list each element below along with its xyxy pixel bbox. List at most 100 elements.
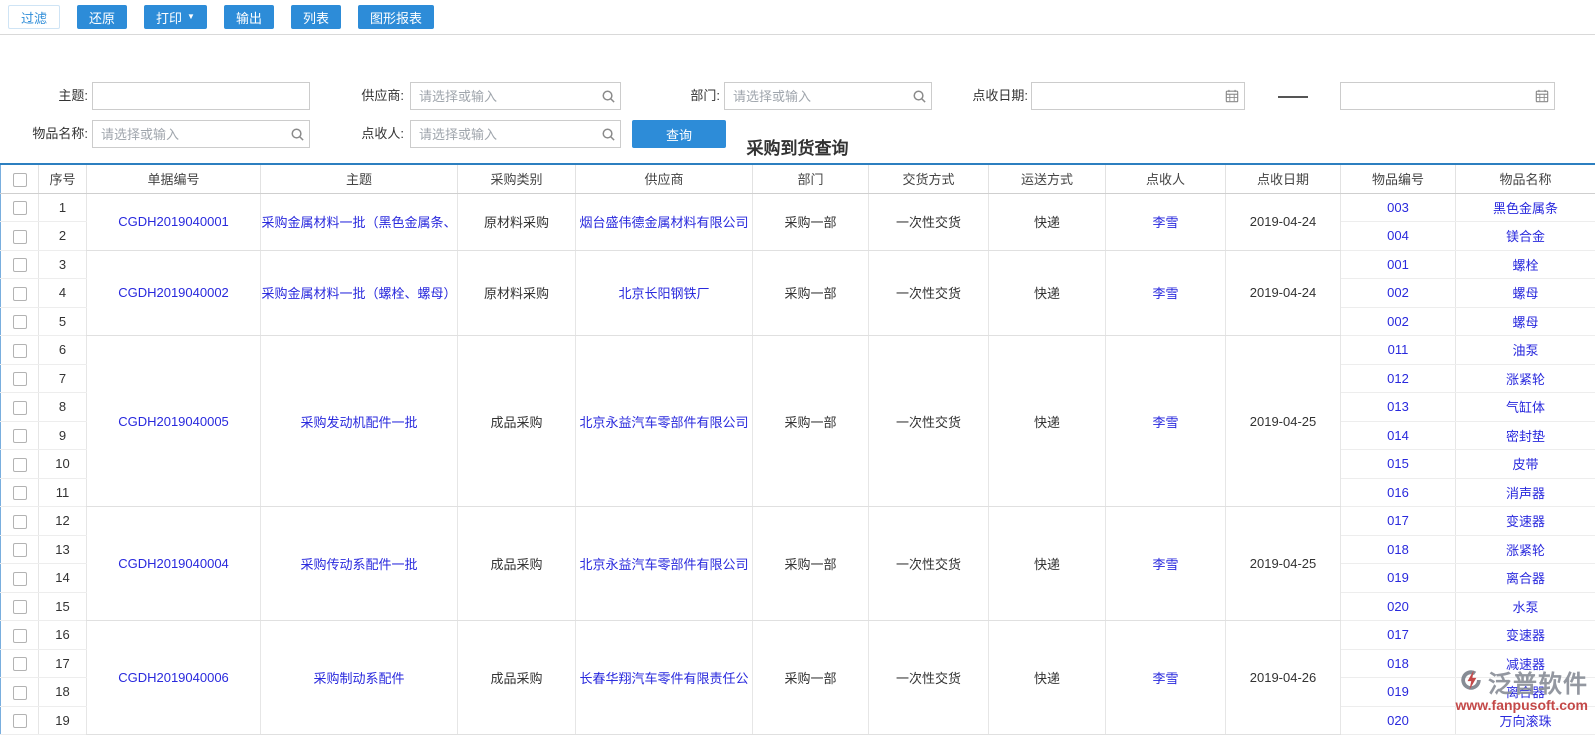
item-code-link[interactable]: 003 [1387, 200, 1409, 215]
item-name-link[interactable]: 涨紧轮 [1506, 543, 1545, 558]
subject-link[interactable]: 采购金属材料一批（黑色金属条、 [261, 215, 456, 230]
row-checkbox[interactable] [12, 486, 27, 501]
item-code-link[interactable]: 015 [1387, 456, 1409, 471]
subject-link[interactable]: 采购发动机配件一批 [300, 415, 417, 430]
doc-no-link[interactable]: CGDH2019040004 [118, 556, 229, 571]
row-checkbox[interactable] [12, 685, 27, 700]
item-name-link[interactable]: 密封垫 [1506, 429, 1545, 444]
row-checkbox[interactable] [12, 201, 27, 216]
row-checkbox[interactable] [12, 714, 27, 729]
row-checkbox[interactable] [12, 571, 27, 586]
item-name-link[interactable]: 离合器 [1506, 685, 1545, 700]
row-checkbox[interactable] [12, 315, 27, 330]
item-code-link[interactable]: 013 [1387, 399, 1409, 414]
receipt-date-from-input[interactable] [1031, 82, 1245, 110]
item-code-link[interactable]: 014 [1387, 428, 1409, 443]
item-code-link[interactable]: 002 [1387, 314, 1409, 329]
item-name-link[interactable]: 螺栓 [1512, 258, 1538, 273]
row-checkbox[interactable] [12, 657, 27, 672]
toolbar-button-5[interactable]: 列表 [290, 5, 341, 29]
supplier-input[interactable] [410, 82, 621, 110]
row-checkbox[interactable] [12, 429, 27, 444]
supplier-link[interactable]: 北京长阳钢铁厂 [618, 286, 709, 301]
table-header-row: 序号 单据编号 主题 采购类别 供应商 部门 交货方式 运送方式 点收人 点收日期 物品编号 物品名称 [0, 163, 1595, 194]
item-name-link[interactable]: 黑色金属条 [1493, 201, 1558, 216]
supplier-link[interactable]: 北京永益汽车零部件有限公司 [579, 557, 748, 572]
item-code-link[interactable]: 002 [1387, 285, 1409, 300]
receiver-link[interactable]: 李雪 [1152, 415, 1178, 430]
row-checkbox[interactable] [12, 400, 27, 415]
item-code-link[interactable]: 020 [1387, 713, 1409, 728]
item-code-link[interactable]: 017 [1387, 513, 1409, 528]
item-name-link[interactable]: 气缸体 [1506, 400, 1545, 415]
row-checkbox[interactable] [12, 372, 27, 387]
row-checkbox[interactable] [12, 286, 27, 301]
toolbar-button-1[interactable]: 过滤 [8, 5, 61, 29]
item-code-link[interactable]: 017 [1387, 627, 1409, 642]
seq-cell: 11 [38, 478, 87, 507]
subject-link[interactable]: 采购传动系配件一批 [300, 557, 417, 572]
subject-link[interactable]: 采购制动系配件 [313, 671, 404, 686]
item-code-link[interactable]: 016 [1387, 485, 1409, 500]
search-icon[interactable] [906, 82, 932, 110]
item-name-cell: 离合器 [1455, 677, 1595, 707]
receiver-link[interactable]: 李雪 [1152, 671, 1178, 686]
item-code-link[interactable]: 019 [1387, 684, 1409, 699]
row-checkbox[interactable] [12, 543, 27, 558]
item-name-cell: 涨紧轮 [1455, 364, 1595, 393]
subject-link[interactable]: 采购金属材料一批（螺栓、螺母） [261, 286, 456, 301]
item-name-link[interactable]: 皮带 [1512, 457, 1538, 472]
toolbar-button-6[interactable]: 图形报表 [358, 5, 435, 29]
supplier-link[interactable]: 烟台盛伟德金属材料有限公司 [579, 215, 748, 230]
doc-no-link[interactable]: CGDH2019040006 [118, 670, 229, 685]
receipt-date-to-input[interactable] [1340, 82, 1555, 110]
search-icon[interactable] [595, 82, 621, 110]
item-code-link[interactable]: 020 [1387, 599, 1409, 614]
doc-no-link[interactable]: CGDH2019040005 [118, 414, 229, 429]
toolbar-button-2[interactable]: 还原 [77, 5, 128, 29]
item-code-link[interactable]: 001 [1387, 257, 1409, 272]
item-name-cell: 密封垫 [1455, 421, 1595, 450]
item-name-link[interactable]: 万向滚珠 [1499, 714, 1551, 729]
row-checkbox[interactable] [12, 600, 27, 615]
receiver-link[interactable]: 李雪 [1152, 557, 1178, 572]
checkbox-cell [0, 250, 39, 279]
row-checkbox[interactable] [12, 258, 27, 273]
toolbar-button-3[interactable]: 打印 ▼ [144, 5, 207, 29]
item-name-link[interactable]: 消声器 [1506, 486, 1545, 501]
row-checkbox[interactable] [12, 628, 27, 643]
receiver-link[interactable]: 李雪 [1152, 286, 1178, 301]
doc-no-link[interactable]: CGDH2019040001 [118, 214, 229, 229]
select-all-checkbox[interactable] [12, 172, 27, 187]
receiver-link[interactable]: 李雪 [1152, 215, 1178, 230]
item-name-link[interactable]: 油泵 [1512, 343, 1538, 358]
calendar-icon[interactable] [1219, 82, 1245, 110]
item-name-link[interactable]: 离合器 [1506, 571, 1545, 586]
row-checkbox[interactable] [12, 343, 27, 358]
row-checkbox[interactable] [12, 457, 27, 472]
item-code-link[interactable]: 019 [1387, 570, 1409, 585]
item-code-link[interactable]: 018 [1387, 542, 1409, 557]
calendar-icon[interactable] [1529, 82, 1555, 110]
item-name-link[interactable]: 变速器 [1506, 514, 1545, 529]
supplier-link[interactable]: 北京永益汽车零部件有限公司 [579, 415, 748, 430]
item-code-link[interactable]: 004 [1387, 228, 1409, 243]
item-name-link[interactable]: 镁合金 [1506, 229, 1545, 244]
item-name-link[interactable]: 涨紧轮 [1506, 372, 1545, 387]
item-name-link[interactable]: 变速器 [1506, 628, 1545, 643]
theme-input[interactable] [92, 82, 310, 110]
toolbar-button-4[interactable]: 输出 [223, 5, 274, 29]
supplier-link[interactable]: 长春华翔汽车零件有限责任公 [579, 671, 748, 686]
cell-text: 快递 [1033, 286, 1060, 302]
department-input[interactable] [724, 82, 932, 110]
item-code-link[interactable]: 012 [1387, 371, 1409, 386]
item-name-link[interactable]: 减速器 [1506, 657, 1545, 672]
item-code-link[interactable]: 011 [1388, 342, 1409, 357]
item-code-link[interactable]: 018 [1387, 656, 1409, 671]
item-name-link[interactable]: 水泵 [1512, 600, 1538, 615]
doc-no-link[interactable]: CGDH2019040002 [118, 285, 229, 300]
row-checkbox[interactable] [12, 229, 27, 244]
item-name-link[interactable]: 螺母 [1512, 315, 1538, 330]
item-name-link[interactable]: 螺母 [1512, 286, 1538, 301]
row-checkbox[interactable] [12, 514, 27, 529]
